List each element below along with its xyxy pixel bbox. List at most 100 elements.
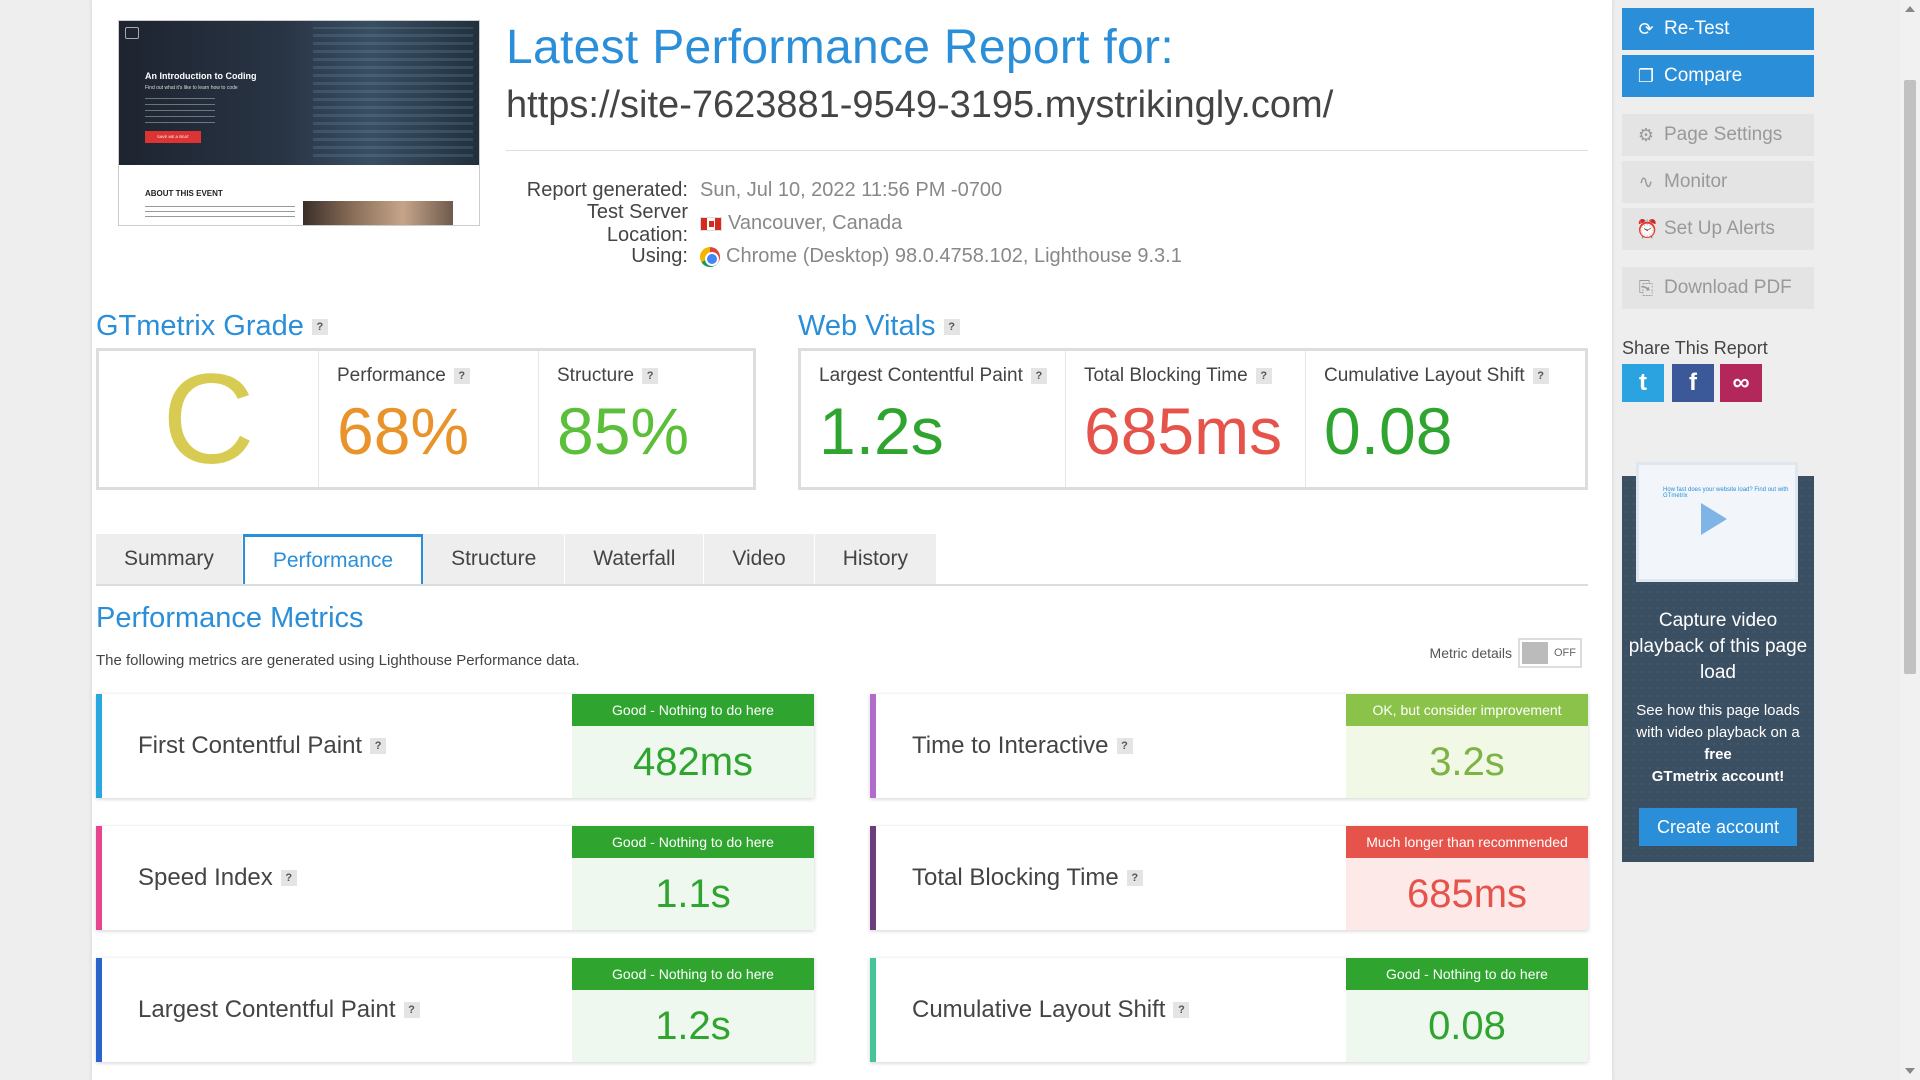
- monitor-button[interactable]: ∿ Monitor: [1622, 161, 1814, 203]
- pdf-icon: ⎘: [1638, 277, 1654, 298]
- metric-details-label: Metric details: [1429, 645, 1512, 661]
- metric-accent-bar: [870, 826, 876, 930]
- help-icon[interactable]: ?: [403, 1002, 420, 1018]
- page-settings-button[interactable]: ⚙ Page Settings: [1622, 114, 1814, 156]
- thumbnail-about: ABOUT THIS EVENT: [145, 189, 223, 198]
- metric-status-badge: Good - Nothing to do here: [1346, 958, 1588, 990]
- promo-text-account: GTmetrix account!: [1651, 768, 1785, 785]
- refresh-icon: ⟳: [1638, 18, 1654, 39]
- web-vitals-heading: Web Vitals: [798, 310, 936, 342]
- vital-lcp-label: Largest Contentful Paint: [819, 365, 1023, 386]
- thumbnail-photo: [303, 201, 453, 225]
- metric-card-speed-index: Speed Index? Good - Nothing to do here 1…: [96, 826, 814, 930]
- site-screenshot-thumbnail: An Introduction to Coding Find out what …: [118, 20, 480, 226]
- download-pdf-button[interactable]: ⎘ Download PDF: [1622, 267, 1814, 309]
- page-scrollbar[interactable]: [1900, 0, 1920, 1080]
- report-meta: Report generated: Sun, Jul 10, 2022 11:5…: [506, 174, 1182, 273]
- thumbnail-subline: Find out what it's like to learn how to …: [145, 85, 238, 91]
- alarm-clock-icon: ⏰: [1636, 218, 1659, 239]
- metric-name: Largest Contentful Paint: [138, 996, 396, 1023]
- metric-details-control: Metric details OFF: [1430, 638, 1582, 668]
- metric-status-badge: Good - Nothing to do here: [572, 958, 814, 990]
- promo-thumb-text: How fast does your website load? Find ou…: [1663, 487, 1789, 499]
- metric-accent-bar: [96, 694, 102, 798]
- gtmetrix-grade-heading: GTmetrix Grade: [96, 310, 304, 342]
- tab-structure[interactable]: Structure: [423, 534, 566, 584]
- tab-video[interactable]: Video: [704, 534, 815, 584]
- scrollbar-thumb[interactable]: [1904, 80, 1916, 674]
- thumbnail-monitor-graphic: [313, 27, 473, 157]
- performance-score: Performance? 68%: [319, 351, 539, 487]
- structure-label: Structure: [557, 365, 635, 386]
- vital-cls: Cumulative Layout Shift? 0.08: [1306, 351, 1585, 487]
- web-vitals-title: Web Vitals ?: [798, 310, 960, 343]
- metric-card-tbt: Total Blocking Time? Much longer than re…: [870, 826, 1588, 930]
- help-icon[interactable]: ?: [1126, 870, 1143, 886]
- monitor-label: Monitor: [1664, 171, 1728, 192]
- help-icon[interactable]: ?: [1030, 368, 1047, 384]
- thumbnail-button: SAVE ME A SEAT: [145, 131, 201, 143]
- metric-accent-bar: [870, 694, 876, 798]
- play-icon: [1701, 503, 1727, 535]
- help-icon[interactable]: ?: [280, 870, 297, 886]
- metric-name: Speed Index: [138, 864, 273, 891]
- metric-value: 685ms: [1406, 871, 1528, 916]
- tab-performance[interactable]: Performance: [242, 534, 424, 584]
- structure-score: Structure? 85%: [539, 351, 753, 487]
- help-icon[interactable]: ?: [370, 738, 387, 754]
- twitter-icon[interactable]: t: [1622, 364, 1664, 402]
- vital-tbt-label: Total Blocking Time: [1084, 365, 1248, 386]
- tab-waterfall[interactable]: Waterfall: [565, 534, 705, 584]
- metric-card-lcp: Largest Contentful Paint? Good - Nothing…: [96, 958, 814, 1062]
- vital-lcp: Largest Contentful Paint? 1.2s: [801, 351, 1066, 487]
- generated-label: Report generated:: [526, 179, 688, 201]
- help-icon[interactable]: ?: [453, 368, 470, 384]
- metric-value: 0.08: [1428, 1003, 1506, 1048]
- scroll-up-arrow-icon[interactable]: [1905, 6, 1915, 12]
- retest-label: Re-Test: [1664, 18, 1730, 39]
- help-icon[interactable]: ?: [1255, 368, 1272, 384]
- promo-text: See how this page loads with video playb…: [1622, 700, 1814, 788]
- vital-tbt-value: 685ms: [1084, 394, 1283, 468]
- metric-value: 3.2s: [1429, 739, 1505, 784]
- performance-value: 68%: [337, 394, 470, 468]
- create-account-button[interactable]: Create account: [1639, 808, 1797, 846]
- alerts-label: Set Up Alerts: [1664, 218, 1775, 239]
- location-value: Vancouver, Canada: [728, 212, 903, 234]
- help-icon[interactable]: ?: [1173, 1002, 1190, 1018]
- help-icon[interactable]: ?: [943, 318, 960, 335]
- page-settings-label: Page Settings: [1664, 124, 1783, 145]
- set-up-alerts-button[interactable]: ⏰ Set Up Alerts: [1622, 208, 1814, 250]
- help-icon[interactable]: ?: [1532, 368, 1549, 384]
- performance-metrics-description: The following metrics are generated usin…: [96, 652, 580, 669]
- compare-button[interactable]: ❐ Compare: [1622, 55, 1814, 97]
- thumbnail-text-lines: [145, 97, 215, 123]
- metric-accent-bar: [96, 958, 102, 1062]
- help-icon[interactable]: ?: [311, 318, 328, 335]
- metric-value: 1.2s: [655, 1003, 731, 1048]
- using-label: Using:: [631, 245, 688, 267]
- help-icon[interactable]: ?: [1116, 738, 1133, 754]
- chrome-icon: [700, 246, 720, 267]
- metric-value: 482ms: [632, 739, 754, 784]
- facebook-icon[interactable]: f: [1672, 364, 1714, 402]
- report-url[interactable]: https://site-7623881-9549-3195.mystrikin…: [506, 84, 1333, 127]
- report-title: Latest Performance Report for:: [506, 21, 1174, 74]
- vital-cls-value: 0.08: [1324, 394, 1453, 468]
- metric-details-toggle[interactable]: OFF: [1518, 638, 1582, 668]
- help-icon[interactable]: ?: [642, 368, 659, 384]
- metric-name: Time to Interactive: [912, 732, 1109, 759]
- canada-flag-icon: [700, 216, 722, 231]
- tab-summary[interactable]: Summary: [96, 534, 243, 584]
- vital-lcp-value: 1.2s: [819, 394, 944, 468]
- gear-icon: ⚙: [1637, 124, 1655, 145]
- tab-history[interactable]: History: [814, 534, 938, 584]
- scroll-down-arrow-icon[interactable]: [1905, 1068, 1915, 1074]
- metric-name: First Contentful Paint: [138, 732, 363, 759]
- link-icon[interactable]: ∞: [1720, 364, 1762, 402]
- metric-status-badge: Much longer than recommended: [1346, 826, 1588, 858]
- compare-icon: ❐: [1637, 65, 1655, 86]
- generated-value: Sun, Jul 10, 2022 11:56 PM -0700: [700, 179, 1003, 201]
- promo-headline: Capture video playback of this page load: [1628, 610, 1808, 683]
- retest-button[interactable]: ⟳ Re-Test: [1622, 8, 1814, 50]
